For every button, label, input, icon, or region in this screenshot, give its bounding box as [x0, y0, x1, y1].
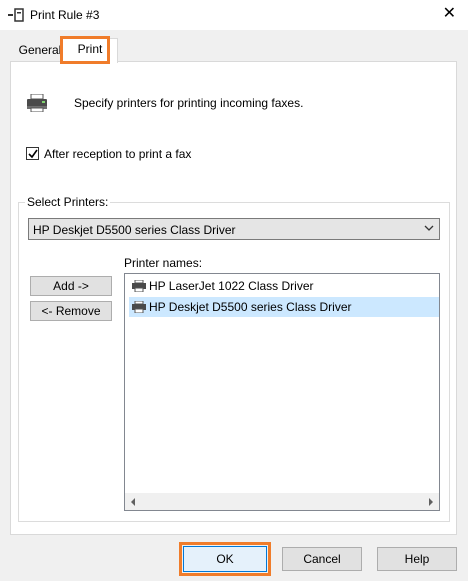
checkmark-icon	[28, 149, 38, 159]
after-reception-checkbox[interactable]	[26, 147, 39, 160]
cancel-button[interactable]: Cancel	[282, 547, 362, 571]
horizontal-scrollbar[interactable]	[125, 493, 439, 510]
remove-printer-button[interactable]: <- Remove	[30, 301, 112, 321]
printer-icon	[26, 93, 48, 113]
add-printer-button[interactable]: Add ->	[30, 276, 112, 296]
printer-select-value: HP Deskjet D5500 series Class Driver	[33, 223, 236, 237]
printer-names-label: Printer names:	[124, 256, 203, 270]
select-printers-label: Select Printers:	[25, 195, 111, 209]
after-reception-label[interactable]: After reception to print a fax	[44, 147, 191, 161]
printer-icon	[132, 279, 146, 293]
printer-names-list[interactable]: HP LaserJet 1022 Class Driver HP Deskjet…	[124, 273, 440, 511]
printer-name: HP LaserJet 1022 Class Driver	[149, 279, 314, 293]
list-item[interactable]: HP LaserJet 1022 Class Driver	[129, 276, 439, 296]
list-item[interactable]: HP Deskjet D5500 series Class Driver	[129, 297, 439, 317]
help-button[interactable]: Help	[377, 547, 457, 571]
scroll-left-icon[interactable]	[129, 496, 137, 510]
window-title: Print Rule #3	[30, 8, 100, 22]
chevron-down-icon	[423, 222, 435, 237]
title-bar: Print Rule #3 ✕	[0, 0, 468, 30]
printer-icon	[132, 300, 146, 314]
scroll-right-icon[interactable]	[427, 496, 435, 510]
printer-select[interactable]: HP Deskjet D5500 series Class Driver	[28, 218, 440, 240]
print-tab-highlight	[60, 36, 110, 64]
printer-name: HP Deskjet D5500 series Class Driver	[149, 300, 352, 314]
close-icon[interactable]: ✕	[443, 5, 456, 23]
fax-rule-icon	[8, 8, 24, 22]
print-description: Specify printers for printing incoming f…	[74, 96, 304, 110]
ok-button-highlight	[179, 542, 271, 576]
